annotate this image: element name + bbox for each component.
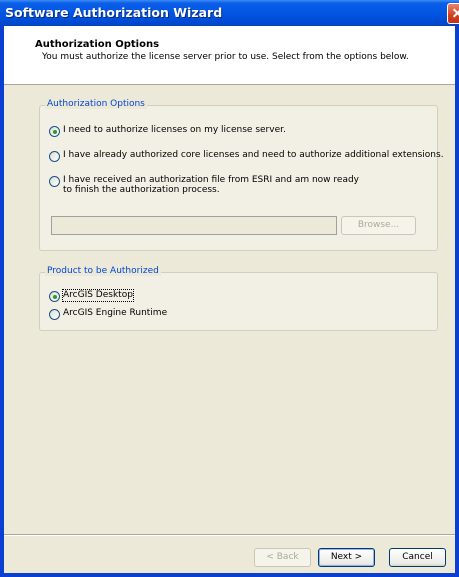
wizard-header: Authorization Options You must authorize… [4, 26, 455, 85]
authorization-options-group: Authorization Options I need to authoriz… [39, 99, 444, 251]
back-button[interactable]: < Back [254, 548, 311, 567]
radio-authorize-extensions[interactable]: I have already authorized core licenses … [49, 150, 444, 162]
radio-button[interactable] [49, 176, 60, 187]
window-title: Software Authorization Wizard [5, 5, 223, 20]
page-title: Authorization Options [35, 39, 160, 50]
title-bar[interactable]: Software Authorization Wizard [0, 0, 459, 26]
radio-label: I have received an authorization file fr… [63, 175, 360, 195]
cancel-button[interactable]: Cancel [389, 548, 446, 567]
radio-label: I have already authorized core licenses … [63, 150, 444, 160]
authorization-file-input[interactable] [51, 216, 337, 235]
radio-label: I need to authorize licenses on my licen… [63, 125, 286, 135]
radio-arcgis-desktop[interactable]: ArcGIS Desktop [49, 289, 134, 302]
page-description: You must authorize the license server pr… [42, 52, 409, 62]
radio-button[interactable] [49, 151, 60, 162]
radio-arcgis-engine-runtime[interactable]: ArcGIS Engine Runtime [49, 308, 167, 320]
next-button[interactable]: Next > [318, 548, 375, 567]
radio-finish-authorization[interactable]: I have received an authorization file fr… [49, 175, 363, 195]
product-group: Product to be Authorized ArcGIS Desktop … [39, 266, 438, 331]
radio-button[interactable] [49, 309, 60, 320]
radio-label: ArcGIS Desktop [62, 289, 134, 302]
radio-button-checked[interactable] [49, 126, 60, 137]
radio-authorize-server[interactable]: I need to authorize licenses on my licen… [49, 125, 286, 137]
radio-button-checked[interactable] [49, 291, 60, 302]
wizard-body: Authorization Options You must authorize… [4, 26, 455, 573]
radio-label: ArcGIS Engine Runtime [63, 308, 168, 318]
footer-divider [4, 534, 455, 536]
authorization-options-legend: Authorization Options [45, 99, 147, 109]
product-legend: Product to be Authorized [45, 266, 161, 276]
close-icon[interactable] [447, 3, 459, 24]
browse-button[interactable]: Browse... [341, 216, 416, 235]
wizard-window: Software Authorization Wizard Authorizat… [0, 0, 459, 577]
